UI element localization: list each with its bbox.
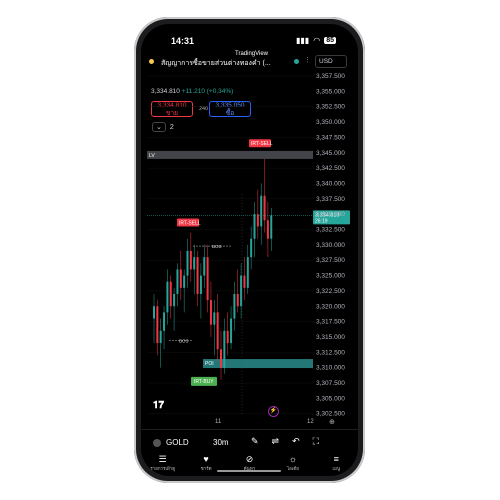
candle-body	[226, 330, 229, 344]
price-axis-label: 3,320.000	[316, 303, 345, 310]
price-axis-label: 3,330.000	[316, 242, 345, 249]
symbol-label: GOLD	[166, 438, 189, 447]
candle-body	[260, 195, 263, 227]
nav-label: รายการเฝ้าดู	[150, 466, 176, 471]
bottom-navigation: ☰ รายการเฝ้าดู ♥ ชาร์ต ⊘ ค้นหา ☼ ไอเดีย …	[141, 454, 358, 476]
events-icon[interactable]: ⚡	[268, 406, 279, 417]
price-axis-label: 3,305.000	[316, 395, 345, 402]
nav-explore[interactable]: ⊘ ค้นหา	[229, 454, 269, 476]
candle-body	[206, 257, 209, 301]
candle-body	[256, 214, 259, 227]
candle-body	[243, 275, 246, 288]
price-axis-label: 3,337.500	[316, 196, 345, 203]
time-settings-icon[interactable]: ⊕	[329, 418, 335, 426]
candle-body	[173, 293, 176, 307]
tradingview-watermark-icon: 𝟏𝟕	[153, 400, 165, 411]
candle-body	[246, 257, 249, 288]
poi-label: POI	[205, 361, 214, 367]
price-axis-label: 3,307.500	[316, 380, 345, 387]
candle-body	[193, 257, 196, 270]
symbol-selector[interactable]: GOLD	[153, 438, 189, 447]
candle-body	[209, 300, 212, 325]
candle-body	[250, 238, 253, 258]
irt-buy-label: IRT-BUY	[194, 379, 214, 385]
candle-body	[183, 275, 186, 288]
candle-body	[233, 293, 236, 319]
irt-sell-top-label: IRT-SELL	[251, 141, 273, 147]
bos-label-upper: BOS	[212, 244, 222, 249]
candle-body	[263, 195, 266, 221]
candle-body	[166, 281, 169, 313]
candle-body	[216, 312, 219, 350]
price-axis-label: 3,312.500	[316, 349, 345, 356]
app-screen: 14:31 ▮▮▮ ◠ 85 สัญญาการซื้อขายส่วนต่างทอ…	[141, 24, 358, 476]
candle-body	[220, 349, 222, 368]
price-axis-label: 3,347.500	[316, 134, 345, 141]
candle-body	[196, 257, 199, 294]
price-axis-label: 3,322.500	[316, 288, 345, 295]
poi-zone	[203, 359, 313, 369]
price-axis-label: 3,335.000	[316, 211, 345, 218]
lv-zone	[147, 150, 313, 159]
price-axis-label: 3,315.000	[316, 334, 345, 341]
menu-icon: ≡	[333, 454, 339, 464]
nav-label: เมนู	[332, 466, 341, 471]
price-axis-label: 3,310.000	[316, 365, 345, 372]
watchlist-icon: ☰	[158, 454, 167, 464]
candle-body	[270, 215, 273, 239]
draw-icon[interactable]: ✎	[251, 436, 259, 447]
chart-toolbar: GOLD 30m ✎ ⇌ ↶ ⛶	[141, 429, 358, 454]
fullscreen-icon[interactable]: ⛶	[313, 436, 319, 447]
price-axis-label: 3,325.000	[316, 273, 345, 280]
candle-body	[163, 312, 166, 331]
chart-icon: ♥	[203, 454, 209, 464]
candle-body	[153, 306, 155, 319]
lv-label: LV	[149, 153, 155, 159]
price-axis-label: 3,352.500	[316, 104, 345, 111]
candle-body	[203, 257, 206, 276]
candle-body	[213, 312, 216, 325]
price-axis-label: 3,327.500	[316, 257, 345, 264]
candle-body	[169, 281, 172, 307]
bos-label-lower: BOS	[179, 339, 189, 344]
candle-body	[266, 220, 269, 239]
nav-watchlist[interactable]: ☰ รายการเฝ้าดู	[143, 454, 183, 476]
symbol-icon	[153, 438, 161, 447]
nav-menu[interactable]: ≡ เมนู	[316, 454, 356, 476]
price-axis-label: 3,345.000	[316, 150, 345, 157]
price-axis-label: 3,302.500	[316, 411, 345, 418]
candle-body	[253, 214, 256, 239]
nav-ideas[interactable]: ☼ ไอเดีย	[273, 454, 313, 476]
candle-body	[230, 318, 233, 344]
indicators-icon[interactable]: ⇌	[272, 436, 280, 447]
candle-body	[179, 269, 182, 288]
chart-area[interactable]: LVPOI 3,334.81026:19IRT-SELLIRT-SELLIRT-…	[141, 24, 358, 429]
price-axis-label: 3,350.000	[316, 119, 345, 126]
price-axis-label: 3,357.500	[316, 73, 345, 80]
candle-body	[199, 275, 202, 294]
candle-body	[189, 250, 192, 270]
price-axis-label: 3,317.500	[316, 319, 345, 326]
candle-body	[176, 269, 179, 294]
nav-chart[interactable]: ♥ ชาร์ต	[186, 454, 226, 476]
time-label-2: 12	[307, 419, 314, 425]
ideas-icon: ☼	[288, 454, 297, 464]
candle-body	[159, 330, 162, 344]
timeframe-selector[interactable]: 30m	[213, 438, 229, 447]
irt-sell-mid-label: IRT-SELL	[179, 220, 201, 226]
candle-body	[236, 293, 239, 307]
candle-body	[156, 306, 159, 344]
home-indicator	[217, 470, 281, 472]
price-axis-label: 3,340.000	[316, 180, 345, 187]
candle-body	[223, 330, 226, 368]
countdown-value: 26:19	[315, 218, 328, 224]
price-axis-label: 3,355.000	[316, 88, 345, 95]
time-label-1: 11	[215, 419, 222, 425]
price-axis-label: 3,342.500	[316, 165, 345, 172]
price-axis-label: 3,332.500	[316, 227, 345, 234]
explore-icon: ⊘	[245, 454, 254, 464]
undo-icon[interactable]: ↶	[292, 436, 300, 447]
candle-body	[186, 250, 189, 276]
